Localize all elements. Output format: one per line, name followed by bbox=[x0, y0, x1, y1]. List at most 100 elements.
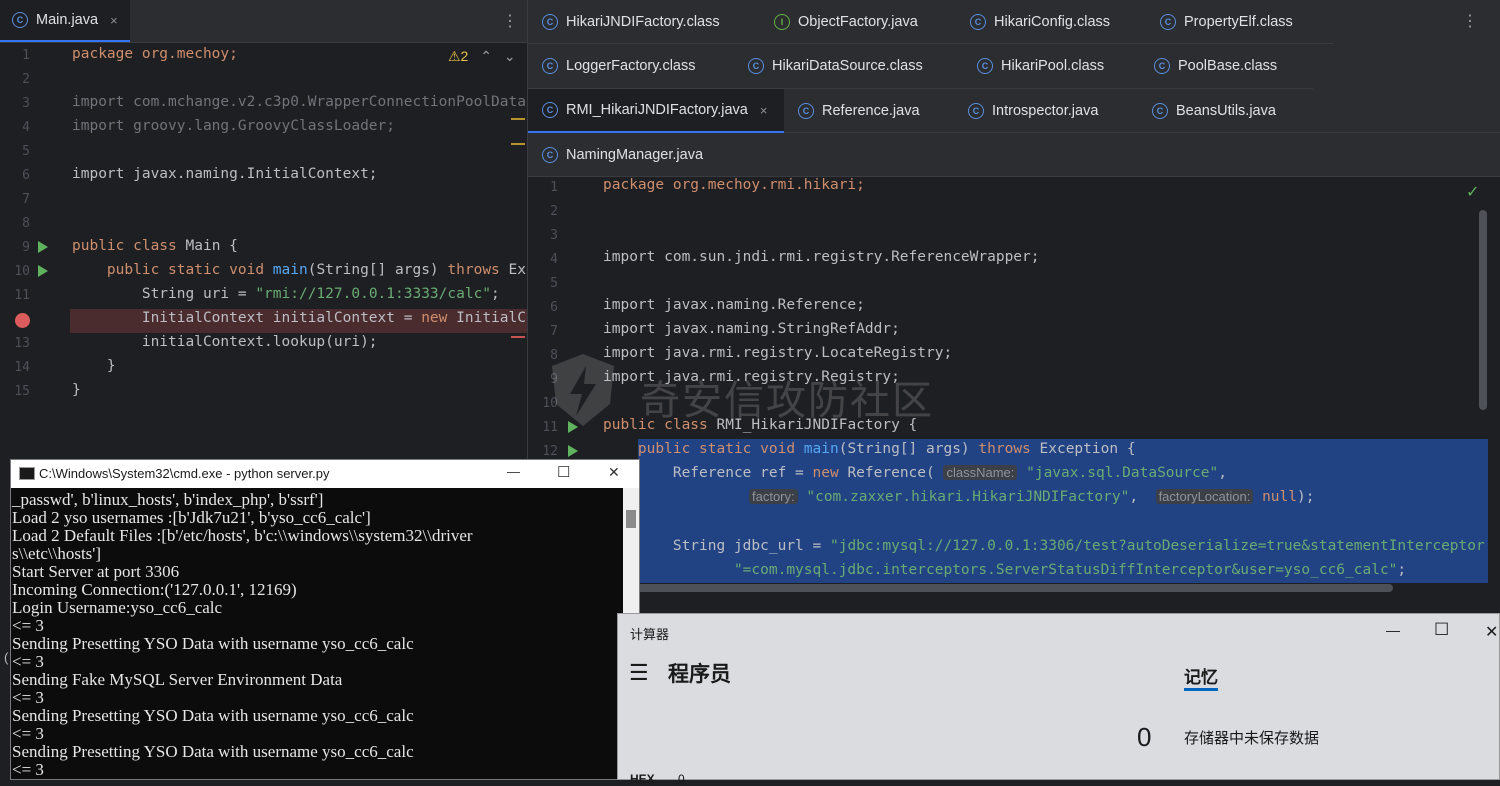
run-icon[interactable] bbox=[38, 241, 48, 253]
line-number: 7 bbox=[22, 192, 30, 207]
code-text: Reference( bbox=[847, 465, 944, 481]
code-line: } bbox=[72, 358, 116, 374]
calculator-window: 计算器 — ☐ ✕ ☰ 程序员 记忆 0 存储器中未保存数据 HEX 0 bbox=[617, 613, 1500, 786]
more-menu-icon[interactable]: ⋮ bbox=[1462, 11, 1478, 31]
run-icon[interactable] bbox=[568, 445, 578, 457]
hex-label[interactable]: HEX bbox=[630, 772, 655, 786]
run-icon[interactable] bbox=[38, 265, 48, 277]
close-icon[interactable]: × bbox=[760, 103, 768, 118]
right-editor: C HikariJNDIFactory.class I ObjectFactory.… bbox=[528, 0, 1500, 615]
line-number: 3 bbox=[22, 96, 30, 111]
hamburger-menu-icon[interactable]: ☰ bbox=[629, 660, 649, 686]
code-text: import com.sun.jndi.rmi.registry.Referen… bbox=[603, 249, 1040, 265]
interface-icon: I bbox=[774, 14, 790, 30]
line-number: 9 bbox=[22, 240, 30, 255]
tab-label: ObjectFactory.java bbox=[798, 14, 918, 30]
code-text: package org.mechoy.rmi.hikari; bbox=[603, 177, 865, 193]
tab-logger-factory-class[interactable]: C LoggerFactory.class bbox=[542, 44, 695, 88]
tab-beans-utils-java[interactable]: C BeansUtils.java bbox=[1152, 89, 1276, 133]
chevron-down-icon[interactable]: ⌄ bbox=[504, 48, 516, 64]
line-number: 6 bbox=[550, 300, 558, 315]
tab-label: NamingManager.java bbox=[566, 147, 704, 163]
scroll-marker bbox=[511, 143, 525, 145]
tab-hikari-config-class[interactable]: C HikariConfig.class bbox=[970, 0, 1110, 44]
code-line: import groovy.lang.GroovyClassLoader; bbox=[72, 118, 395, 134]
tab-main-java[interactable]: C Main.java × bbox=[0, 0, 130, 42]
code-string: "=com.mysql.jdbc.interceptors.ServerStat… bbox=[603, 562, 1398, 578]
code-line: import javax.naming.Reference; bbox=[603, 297, 865, 313]
tab-pool-base-class[interactable]: C PoolBase.class bbox=[1154, 44, 1277, 88]
horizontal-scrollbar[interactable] bbox=[608, 584, 1393, 592]
tab-property-elf-class[interactable]: C PropertyElf.class bbox=[1160, 0, 1293, 44]
watermark-logo bbox=[548, 352, 618, 428]
class-icon: C bbox=[977, 58, 993, 74]
code-text: ; bbox=[491, 286, 500, 302]
code-text: Exception { bbox=[1039, 441, 1136, 457]
code-text: ); bbox=[1297, 489, 1315, 505]
code-line: String uri = "rmi://127.0.0.1:3333/calc"… bbox=[72, 286, 500, 302]
cmd-scrollbar-thumb[interactable] bbox=[626, 510, 636, 528]
left-gutter: 1 2 3 4 5 6 7 8 9 10 11 13 14 15 bbox=[0, 43, 70, 460]
close-icon[interactable]: × bbox=[110, 13, 118, 28]
line-number: 3 bbox=[550, 228, 558, 243]
code-line: public static void main(String[] args) t… bbox=[72, 262, 526, 278]
more-menu-icon[interactable]: ⋮ bbox=[502, 11, 518, 31]
code-text: import java.rmi.registry.LocateRegistry; bbox=[603, 345, 953, 361]
tab-hikari-datasource-class[interactable]: C HikariDataSource.class bbox=[748, 44, 923, 88]
memory-tab[interactable]: 记忆 bbox=[1184, 663, 1218, 688]
code-string: "javax.sql.DataSource" bbox=[1017, 465, 1219, 481]
class-icon: C bbox=[1154, 58, 1170, 74]
code-keyword: new bbox=[421, 310, 457, 326]
cmd-output-line: Sending Fake MySQL Server Environment Da… bbox=[12, 670, 343, 689]
tab-hikari-jndi-factory-class[interactable]: C HikariJNDIFactory.class bbox=[542, 0, 720, 44]
line-number: 14 bbox=[14, 360, 30, 375]
memory-empty-message: 存储器中未保存数据 bbox=[1184, 730, 1320, 747]
line-number: 1 bbox=[550, 180, 558, 195]
display-value: 0 bbox=[1137, 722, 1152, 752]
close-button[interactable]: ✕ bbox=[1485, 622, 1498, 642]
cmd-output-line: Load 2 Default Files :[b'/etc/hosts', b'… bbox=[12, 526, 473, 545]
class-icon: C bbox=[968, 103, 984, 119]
tab-reference-java[interactable]: C Reference.java bbox=[798, 89, 920, 133]
warnings-indicator[interactable]: ⚠2 ⌃ ⌄ bbox=[448, 48, 516, 65]
code-line: String jdbc_url = "jdbc:mysql://127.0.0.… bbox=[603, 538, 1485, 554]
code-text: InitialC bbox=[456, 310, 526, 326]
code-line: public class Main { bbox=[72, 238, 238, 254]
tab-label: Reference.java bbox=[822, 103, 920, 119]
cmd-output-line: Start Server at port 3306 bbox=[12, 562, 180, 581]
tab-introspector-java[interactable]: C Introspector.java bbox=[968, 89, 1098, 133]
code-line: import java.rmi.registry.LocateRegistry; bbox=[603, 345, 952, 361]
maximize-button[interactable]: ☐ bbox=[1434, 620, 1449, 640]
tab-label: Introspector.java bbox=[992, 103, 1099, 119]
class-icon: C bbox=[542, 14, 558, 30]
cmd-window: C:\Windows\System32\cmd.exe - python ser… bbox=[10, 459, 640, 780]
tab-label: Main.java bbox=[36, 12, 99, 28]
code-text: } bbox=[72, 382, 81, 398]
line-number: 15 bbox=[14, 384, 30, 399]
chevron-up-icon[interactable]: ⌃ bbox=[480, 48, 492, 64]
tab-hikari-pool-class[interactable]: C HikariPool.class bbox=[977, 44, 1104, 88]
cmd-output-line: s\\etc\\hosts'] bbox=[12, 544, 102, 563]
cmd-output-line: Login Username:yso_cc6_calc bbox=[12, 598, 223, 617]
tab-object-factory-java[interactable]: I ObjectFactory.java bbox=[774, 0, 918, 44]
vertical-scrollbar[interactable] bbox=[1479, 210, 1487, 410]
cmd-output-line: Sending Presetting YSO Data with usernam… bbox=[12, 706, 414, 725]
breakpoint-icon[interactable] bbox=[15, 313, 30, 328]
warning-count: ⚠2 bbox=[448, 48, 469, 64]
code-line: package org.mechoy.rmi.hikari; bbox=[603, 177, 865, 193]
code-text: import javax.naming.Reference; bbox=[603, 297, 865, 313]
code-keyword: public class bbox=[72, 238, 186, 254]
code-text: (String[] args) bbox=[307, 262, 448, 278]
scroll-marker bbox=[511, 336, 525, 338]
code-text: package org.mechoy; bbox=[72, 46, 238, 62]
code-line: InitialContext initialContext = new Init… bbox=[72, 310, 526, 326]
code-function: main bbox=[272, 262, 308, 278]
check-icon[interactable]: ✓ bbox=[1466, 182, 1479, 202]
class-icon: C bbox=[748, 58, 764, 74]
code-string: "jdbc:mysql://127.0.0.1:3306/test?autoDe… bbox=[829, 538, 1485, 554]
tab-rmi-hikari-jndi-factory-java[interactable]: C RMI_HikariJNDIFactory.java × bbox=[528, 89, 784, 133]
minimize-button[interactable]: — bbox=[1386, 622, 1400, 638]
cmd-output-line: <= 3 bbox=[12, 724, 44, 743]
code-text: Ex bbox=[508, 262, 526, 278]
tab-naming-manager-java[interactable]: C NamingManager.java bbox=[542, 133, 703, 177]
